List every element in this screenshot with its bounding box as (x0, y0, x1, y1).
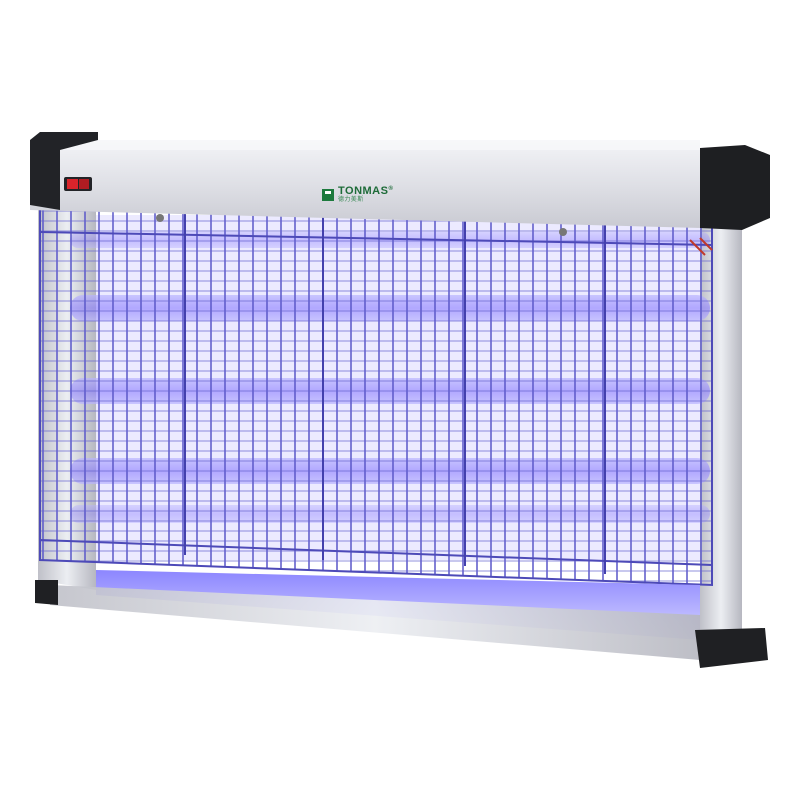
power-switch[interactable] (64, 177, 92, 191)
screw (156, 214, 164, 222)
insect-killer-illustration (30, 132, 770, 668)
leaf-logo-icon (322, 188, 334, 201)
screw (559, 228, 567, 236)
brand-logo: TONMAS® 德力美斯 (322, 186, 393, 203)
product-photo: TONMAS® 德力美斯 (0, 0, 800, 800)
protective-grid (39, 206, 713, 587)
brand-mark: ® (388, 186, 394, 192)
bottom-left-cap (35, 580, 58, 605)
bottom-right-cap (695, 628, 768, 668)
brand-subtitle: 德力美斯 (338, 196, 364, 203)
top-right-cap (700, 145, 770, 230)
